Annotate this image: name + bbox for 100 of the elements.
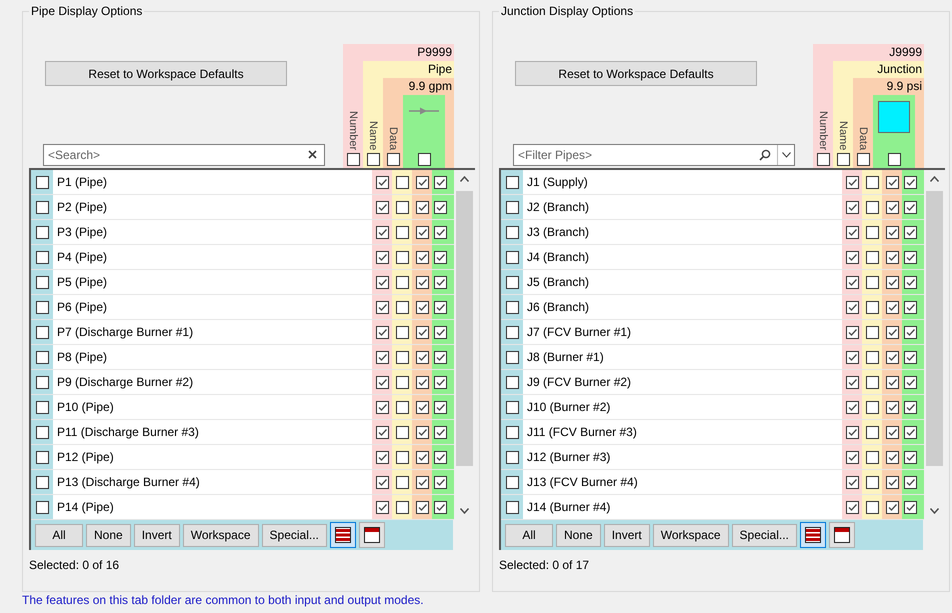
checkbox[interactable] bbox=[416, 400, 428, 414]
checkbox[interactable] bbox=[846, 450, 858, 464]
checkbox[interactable] bbox=[416, 476, 428, 488]
checkbox[interactable] bbox=[396, 200, 408, 214]
checkbox[interactable] bbox=[904, 176, 917, 188]
reset-button[interactable]: Reset to Workspace Defaults bbox=[515, 61, 757, 86]
checkbox[interactable] bbox=[396, 450, 408, 464]
scroll-up-icon[interactable] bbox=[460, 176, 469, 182]
checkbox[interactable] bbox=[846, 350, 858, 364]
checkbox[interactable] bbox=[904, 226, 917, 238]
checkbox[interactable] bbox=[816, 153, 830, 166]
checkbox[interactable] bbox=[846, 376, 858, 388]
checkbox[interactable] bbox=[866, 500, 878, 514]
toolbar-button[interactable]: Workspace bbox=[182, 524, 259, 546]
checkbox[interactable] bbox=[434, 326, 447, 338]
checkbox[interactable] bbox=[506, 426, 518, 438]
checkbox[interactable] bbox=[846, 176, 858, 188]
rows-view-button[interactable] bbox=[800, 522, 826, 548]
toolbar-button[interactable]: Special... bbox=[262, 524, 327, 546]
checkbox[interactable] bbox=[396, 250, 408, 264]
checkbox[interactable] bbox=[376, 326, 388, 338]
checkbox[interactable] bbox=[904, 350, 917, 364]
checkbox[interactable] bbox=[866, 200, 878, 214]
checkbox[interactable] bbox=[846, 300, 858, 314]
toolbar-button[interactable]: None bbox=[86, 524, 131, 546]
checkbox[interactable] bbox=[386, 153, 400, 166]
checkbox[interactable] bbox=[396, 500, 408, 514]
checkbox[interactable] bbox=[376, 300, 388, 314]
checkbox[interactable] bbox=[904, 400, 917, 414]
checkbox[interactable] bbox=[506, 350, 518, 364]
scroll-down-icon[interactable] bbox=[930, 508, 939, 514]
checkbox[interactable] bbox=[396, 400, 408, 414]
checkbox[interactable] bbox=[376, 276, 388, 288]
dropdown-button[interactable] bbox=[777, 145, 794, 165]
checkbox[interactable] bbox=[396, 276, 408, 288]
checkbox[interactable] bbox=[886, 200, 898, 214]
checkbox[interactable] bbox=[416, 326, 428, 338]
checkbox[interactable] bbox=[416, 176, 428, 188]
checkbox[interactable] bbox=[434, 376, 447, 388]
checkbox[interactable] bbox=[416, 500, 428, 514]
checkbox[interactable] bbox=[904, 376, 917, 388]
checkbox[interactable] bbox=[506, 250, 518, 264]
checkbox[interactable] bbox=[396, 226, 408, 238]
checkbox[interactable] bbox=[866, 450, 878, 464]
checkbox[interactable] bbox=[506, 276, 518, 288]
checkbox[interactable] bbox=[376, 500, 388, 514]
checkbox[interactable] bbox=[36, 276, 48, 288]
checkbox[interactable] bbox=[396, 426, 408, 438]
checkbox[interactable] bbox=[866, 400, 878, 414]
checkbox[interactable] bbox=[416, 350, 428, 364]
checkbox[interactable] bbox=[434, 476, 447, 488]
checkbox[interactable] bbox=[376, 176, 388, 188]
checkbox[interactable] bbox=[36, 400, 48, 414]
checkbox[interactable] bbox=[904, 276, 917, 288]
checkbox[interactable] bbox=[396, 300, 408, 314]
checkbox[interactable] bbox=[506, 176, 518, 188]
scrollbar-thumb[interactable] bbox=[926, 191, 943, 466]
toolbar-button[interactable]: Special... bbox=[732, 524, 797, 546]
checkbox[interactable] bbox=[418, 153, 430, 166]
checkbox[interactable] bbox=[36, 326, 48, 338]
checkbox[interactable] bbox=[36, 450, 48, 464]
checkbox[interactable] bbox=[376, 450, 388, 464]
checkbox[interactable] bbox=[36, 426, 48, 438]
checkbox[interactable] bbox=[904, 250, 917, 264]
checkbox[interactable] bbox=[346, 153, 360, 166]
checkbox[interactable] bbox=[376, 400, 388, 414]
checkbox[interactable] bbox=[434, 450, 447, 464]
clear-icon[interactable] bbox=[308, 150, 317, 159]
checkbox[interactable] bbox=[434, 400, 447, 414]
checkbox[interactable] bbox=[366, 153, 380, 166]
checkbox[interactable] bbox=[904, 450, 917, 464]
checkbox[interactable] bbox=[506, 450, 518, 464]
checkbox[interactable] bbox=[396, 476, 408, 488]
checkbox[interactable] bbox=[36, 176, 48, 188]
search-field[interactable]: <Search> bbox=[43, 144, 325, 166]
checkbox[interactable] bbox=[904, 200, 917, 214]
checkbox[interactable] bbox=[416, 276, 428, 288]
toolbar-button[interactable]: All bbox=[35, 524, 83, 546]
checkbox[interactable] bbox=[376, 476, 388, 488]
reset-button[interactable]: Reset to Workspace Defaults bbox=[45, 61, 287, 86]
caret-icon[interactable] bbox=[782, 152, 790, 158]
toolbar-button[interactable]: Workspace bbox=[652, 524, 729, 546]
search-icon[interactable] bbox=[759, 149, 771, 161]
checkbox[interactable] bbox=[376, 250, 388, 264]
checkbox[interactable] bbox=[886, 326, 898, 338]
scroll-up-icon[interactable] bbox=[930, 176, 939, 182]
checkbox[interactable] bbox=[904, 500, 917, 514]
checkbox[interactable] bbox=[376, 426, 388, 438]
checkbox[interactable] bbox=[416, 450, 428, 464]
checkbox[interactable] bbox=[846, 476, 858, 488]
toolbar-button[interactable]: Invert bbox=[134, 524, 180, 546]
checkbox[interactable] bbox=[866, 176, 878, 188]
checkbox[interactable] bbox=[506, 476, 518, 488]
checkbox[interactable] bbox=[886, 450, 898, 464]
checkbox[interactable] bbox=[506, 400, 518, 414]
checkbox[interactable] bbox=[36, 376, 48, 388]
checkbox[interactable] bbox=[866, 476, 878, 488]
checkbox[interactable] bbox=[376, 200, 388, 214]
checkbox[interactable] bbox=[846, 200, 858, 214]
checkbox[interactable] bbox=[36, 476, 48, 488]
